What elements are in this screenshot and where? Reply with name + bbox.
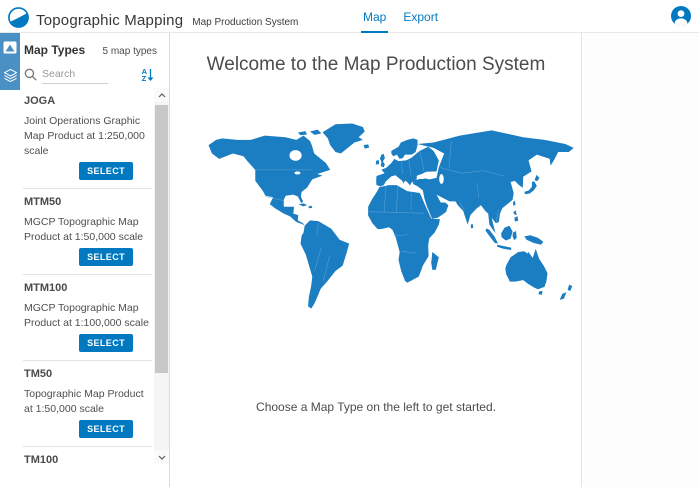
map-type-name: JOGA (24, 95, 152, 107)
map-type-item-mtm100: MTM100 MGCP Topographic Map Product at 1:… (23, 275, 152, 361)
map-type-item-tm100: TM100 (23, 447, 152, 464)
search-icon (24, 68, 37, 81)
map-types-panel-icon[interactable] (0, 33, 20, 61)
map-type-description: Joint Operations Graphic Map Product at … (24, 114, 151, 159)
select-button-mtm100[interactable]: SELECT (79, 334, 133, 352)
sort-alphabetical-icon[interactable]: AZ (142, 68, 154, 82)
tool-strip (0, 33, 20, 487)
layers-icon[interactable] (0, 61, 20, 89)
welcome-title: Welcome to the Map Production System (207, 54, 546, 76)
map-type-name: TM100 (24, 454, 152, 464)
chevron-up-icon[interactable] (154, 88, 169, 102)
tool-strip-buttons (0, 33, 20, 90)
select-button-joga[interactable]: SELECT (79, 162, 133, 180)
panel-title: Map Types (24, 43, 85, 57)
map-type-item-mtm50: MTM50 MGCP Topographic Map Product at 1:5… (23, 189, 152, 275)
search-input[interactable] (42, 66, 108, 84)
chevron-down-icon[interactable] (154, 450, 169, 464)
world-map (196, 122, 576, 312)
search-row: AZ (20, 57, 169, 83)
sidebar-scrollbar[interactable] (154, 88, 169, 464)
map-type-description: MGCP Topographic Map Product at 1:50,000… (24, 215, 151, 245)
top-nav: Map Export (361, 0, 453, 33)
map-type-count: 5 map types (103, 46, 157, 57)
map-type-item-joga: JOGA Joint Operations Graphic Map Product… (23, 88, 152, 189)
app-window: Topographic Mapping Map Production Syste… (0, 0, 699, 487)
app-header: Topographic Mapping Map Production Syste… (0, 0, 699, 33)
app-title: Topographic Mapping (36, 12, 183, 29)
app-subtitle: Map Production System (192, 17, 298, 28)
globe-icon (8, 7, 29, 28)
scrollbar-thumb[interactable] (155, 105, 168, 373)
map-type-item-tm50: TM50 Topographic Map Product at 1:50,000 … (23, 361, 152, 447)
get-started-caption: Choose a Map Type on the left to get sta… (256, 400, 496, 414)
map-type-name: MTM50 (24, 196, 152, 208)
brand: Topographic Mapping Map Production Syste… (0, 4, 298, 29)
map-type-name: MTM100 (24, 282, 152, 294)
select-button-tm50[interactable]: SELECT (79, 420, 133, 438)
tab-map[interactable]: Map (361, 1, 388, 33)
user-avatar-icon[interactable] (671, 6, 691, 26)
map-type-name: TM50 (24, 368, 152, 380)
panel-header: Map Types 5 map types (20, 33, 169, 57)
map-type-description: MGCP Topographic Map Product at 1:100,00… (24, 301, 151, 331)
map-type-description: Topographic Map Product at 1:50,000 scal… (24, 387, 151, 417)
tab-export[interactable]: Export (401, 1, 440, 33)
map-types-panel: Map Types 5 map types AZ JOGA Joint Opera… (20, 33, 170, 487)
map-type-list: JOGA Joint Operations Graphic Map Product… (20, 88, 154, 464)
main-panel: Welcome to the Map Production System (171, 33, 582, 487)
select-button-mtm50[interactable]: SELECT (79, 248, 133, 266)
right-gutter (583, 33, 699, 487)
